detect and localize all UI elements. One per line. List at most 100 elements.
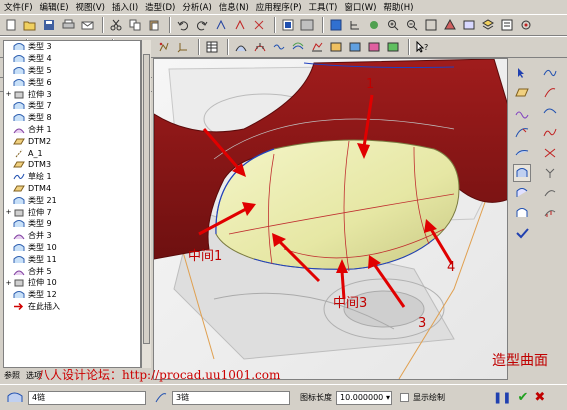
circle-curve-icon[interactable]	[541, 84, 559, 102]
tree-item[interactable]: 类型 5	[4, 65, 140, 77]
zoom-out-icon[interactable]	[404, 17, 420, 33]
tree-item[interactable]: DTM3	[4, 159, 140, 171]
menu-item[interactable]: 视图(V)	[76, 1, 105, 13]
analysis-offset-icon[interactable]	[290, 39, 306, 55]
menu-item[interactable]: 分析(A)	[182, 1, 211, 13]
analysis-curvature-icon[interactable]	[252, 39, 268, 55]
view-manager-icon[interactable]	[499, 17, 515, 33]
zoom-box-icon[interactable]	[423, 17, 439, 33]
analysis-reflect-icon[interactable]	[233, 39, 249, 55]
tree-item[interactable]: 草绘 1	[4, 171, 140, 183]
surface-icon[interactable]	[513, 164, 531, 182]
scroll-thumb[interactable]	[143, 54, 150, 344]
graphics-viewport[interactable]	[153, 58, 508, 380]
tree-item[interactable]: DTM2	[4, 135, 140, 147]
redo-icon[interactable]	[194, 17, 210, 33]
tree-item[interactable]: 类型 7	[4, 100, 140, 112]
zoom-in-icon[interactable]	[385, 17, 401, 33]
saved-views-icon[interactable]	[461, 17, 477, 33]
expand-toggle[interactable]: +	[4, 279, 13, 287]
tree-item[interactable]: 类型 11	[4, 253, 140, 265]
expand-toggle[interactable]: +	[4, 208, 13, 216]
surface-from-boundary-icon[interactable]	[513, 144, 531, 162]
orient-icon[interactable]	[442, 17, 458, 33]
accept-check-icon[interactable]: ✔	[517, 390, 528, 405]
menu-item[interactable]: 帮助(H)	[383, 1, 413, 13]
refit-icon[interactable]	[328, 17, 344, 33]
paste-icon[interactable]	[146, 17, 162, 33]
tree-item[interactable]: 类型 12	[4, 289, 140, 301]
menu-item[interactable]: 造型(D)	[145, 1, 175, 13]
open-folder-icon[interactable]	[22, 17, 38, 33]
window-icon[interactable]	[299, 17, 315, 33]
layers-icon[interactable]	[480, 17, 496, 33]
repaint-icon[interactable]	[366, 17, 382, 33]
trim-surface-icon[interactable]	[513, 204, 531, 222]
analysis-section-icon[interactable]	[271, 39, 287, 55]
print-icon[interactable]	[60, 17, 76, 33]
tree-item[interactable]: DTM4	[4, 183, 140, 195]
tree-item[interactable]: 类型 21	[4, 194, 140, 206]
connect-surface-icon[interactable]	[513, 184, 531, 202]
tree-item[interactable]: 类型 9	[4, 218, 140, 230]
regenerate-manager-icon[interactable]	[232, 17, 248, 33]
tree-item[interactable]: 类型 3	[4, 41, 140, 53]
edit-curve-icon[interactable]	[513, 124, 531, 142]
analysis-draft-icon[interactable]	[328, 39, 344, 55]
cut-icon[interactable]	[108, 17, 124, 33]
arc-icon[interactable]	[541, 104, 559, 122]
menu-item[interactable]: 信息(N)	[219, 1, 249, 13]
menu-item[interactable]: 文件(F)	[4, 1, 33, 13]
offset-curve-icon[interactable]	[541, 184, 559, 202]
save-icon[interactable]	[41, 17, 57, 33]
select-box-icon[interactable]	[280, 17, 296, 33]
email-icon[interactable]	[79, 17, 95, 33]
curve-icon[interactable]	[541, 64, 559, 82]
spin-center-icon[interactable]	[518, 17, 534, 33]
analysis-highlight-icon[interactable]	[385, 39, 401, 55]
find-icon[interactable]	[251, 17, 267, 33]
tree-item[interactable]: + 拉伸 3	[4, 88, 140, 100]
menu-item[interactable]: 插入(I)	[112, 1, 138, 13]
chevron-down-icon[interactable]: ▾	[386, 392, 390, 404]
new-file-icon[interactable]	[3, 17, 19, 33]
context-help-icon[interactable]: ?	[414, 39, 430, 55]
tree-item[interactable]: + 拉伸 7	[4, 206, 140, 218]
tree-item[interactable]: 合并 5	[4, 265, 140, 277]
menu-item[interactable]: 编辑(E)	[40, 1, 69, 13]
analysis-dihedral-icon[interactable]	[366, 39, 382, 55]
tree-item[interactable]: 合并 1	[4, 124, 140, 136]
done-check-icon[interactable]	[513, 224, 531, 242]
menu-item[interactable]: 应用程序(P)	[256, 1, 302, 13]
chain-field-1[interactable]: 4链	[28, 390, 146, 405]
tree-item[interactable]: 合并 3	[4, 230, 140, 242]
undo-icon[interactable]	[175, 17, 191, 33]
trim-curve-icon[interactable]	[541, 144, 559, 162]
active-plane-icon[interactable]	[513, 84, 531, 102]
expand-toggle[interactable]: +	[4, 90, 13, 98]
tab-references[interactable]: 参照	[4, 370, 20, 381]
show-plot-checkbox[interactable]	[400, 393, 409, 402]
pause-icon[interactable]: ❚❚	[493, 391, 511, 404]
freeform-curve-icon[interactable]	[541, 124, 559, 142]
internal-plane-icon[interactable]	[513, 104, 531, 122]
tree-item[interactable]: 类型 10	[4, 242, 140, 254]
analysis-deviation-icon[interactable]	[309, 39, 325, 55]
table-icon[interactable]	[204, 39, 220, 55]
datum-points-icon[interactable]	[156, 39, 172, 55]
tree-item[interactable]: 类型 6	[4, 76, 140, 88]
cancel-x-icon[interactable]: ✖	[534, 390, 545, 405]
select-arrow-icon[interactable]	[513, 64, 531, 82]
chain-field-2[interactable]: 3链	[172, 390, 290, 405]
regenerate-icon[interactable]	[213, 17, 229, 33]
tree-item[interactable]: A_1	[4, 147, 140, 159]
tree-item[interactable]: 在此插入	[4, 301, 140, 313]
copy-icon[interactable]	[127, 17, 143, 33]
model-tree-icon[interactable]	[347, 17, 363, 33]
icon-length-input[interactable]: 10.000000 ▾	[336, 390, 392, 405]
tree-item[interactable]: 类型 4	[4, 53, 140, 65]
analysis-slope-icon[interactable]	[347, 39, 363, 55]
tree-scrollbar[interactable]	[141, 40, 151, 368]
coordinate-system-icon[interactable]	[175, 39, 191, 55]
tree-item[interactable]: + 拉伸 10	[4, 277, 140, 289]
